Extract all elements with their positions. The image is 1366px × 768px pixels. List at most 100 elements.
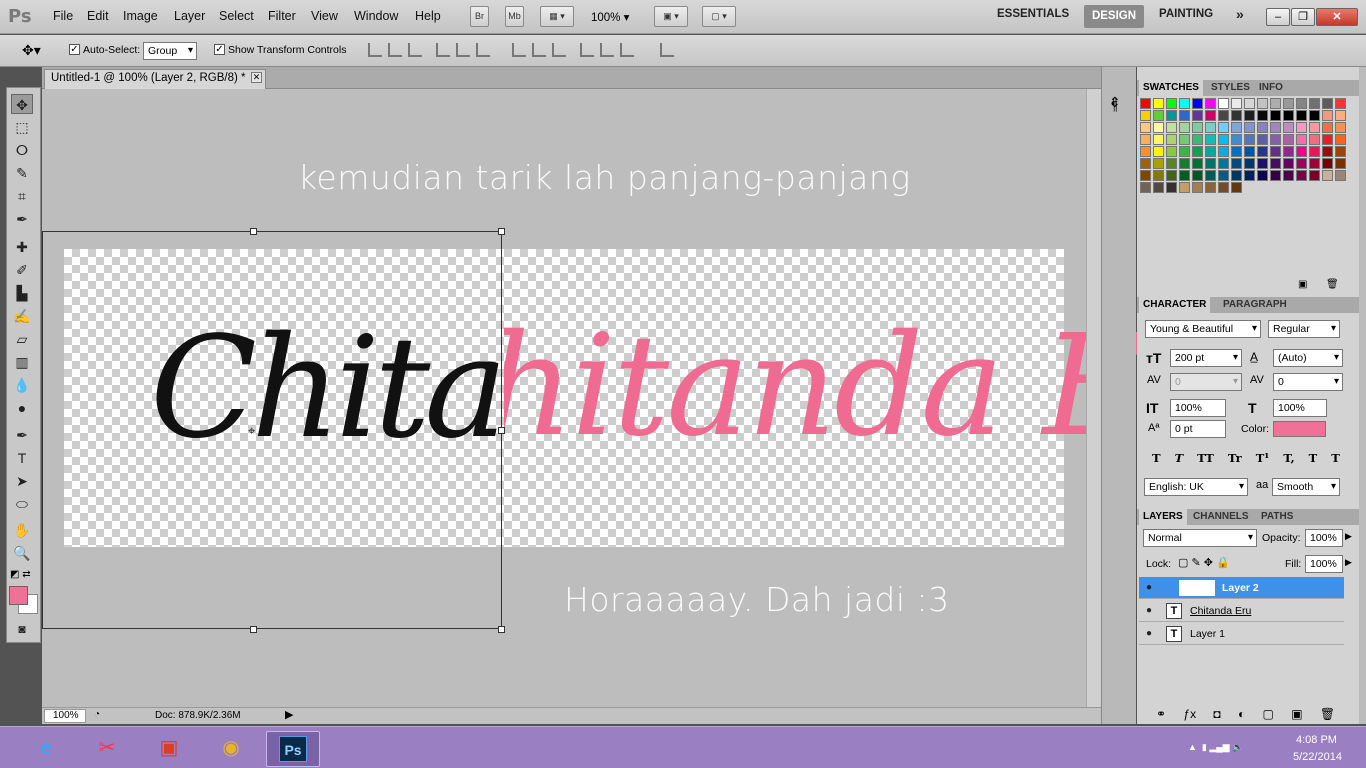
dodge-tool-icon[interactable]: ● (11, 398, 33, 418)
menu-select[interactable]: Select (219, 9, 254, 23)
color-swatch[interactable] (1179, 110, 1190, 121)
color-swatch[interactable] (1309, 134, 1320, 145)
transform-handle-top[interactable] (250, 228, 257, 235)
color-swatch[interactable] (1153, 98, 1164, 109)
transform-handle-bottom-right[interactable] (498, 626, 505, 633)
layer-row-layer-1[interactable]: ● T Layer 1 (1139, 623, 1344, 645)
color-swatch[interactable] (1335, 110, 1346, 121)
superscript-button[interactable]: T¹ (1256, 451, 1270, 465)
color-swatch[interactable] (1192, 98, 1203, 109)
status-menu-arrow-icon[interactable]: ▶ (285, 708, 293, 721)
subscript-button[interactable]: T, (1283, 451, 1294, 465)
color-swatch[interactable] (1257, 170, 1268, 181)
color-swatch[interactable] (1166, 182, 1177, 193)
hand-tool-icon[interactable]: ✋ (11, 520, 33, 540)
color-swatch[interactable] (1335, 146, 1346, 157)
color-swatch[interactable] (1153, 182, 1164, 193)
layer-row-chitanda-eru[interactable]: ● T Chitanda Eru (1139, 600, 1344, 622)
color-swatch[interactable] (1140, 158, 1151, 169)
color-swatch[interactable] (1296, 110, 1307, 121)
color-swatch[interactable] (1192, 110, 1203, 121)
color-swatch[interactable] (1205, 182, 1216, 193)
color-swatch[interactable] (1166, 146, 1177, 157)
color-swatch[interactable] (1179, 170, 1190, 181)
color-swatch[interactable] (1231, 134, 1242, 145)
menu-layer[interactable]: Layer (174, 9, 205, 23)
more-workspaces-icon[interactable]: » (1236, 6, 1244, 22)
faux-bold-button[interactable]: T (1152, 451, 1161, 465)
transform-bounding-box[interactable] (42, 231, 502, 629)
color-swatch[interactable] (1270, 170, 1281, 181)
auto-align-icon[interactable] (660, 43, 674, 57)
distribute-top-icon[interactable] (512, 43, 526, 57)
status-zoom[interactable]: 100% (44, 709, 86, 723)
move-tool-icon[interactable]: ✥ (11, 94, 33, 114)
minibridge-button[interactable]: Mb (505, 6, 524, 27)
color-swatch[interactable] (1140, 170, 1151, 181)
font-style-buttons[interactable]: T T TT Tr T¹ T, T T (1152, 451, 1340, 465)
delete-swatch-icon[interactable]: 🗑 (1326, 279, 1339, 290)
quick-mask-icon[interactable]: ◙ (11, 619, 33, 639)
color-swatch[interactable] (1218, 170, 1229, 181)
opacity-arrow-icon[interactable]: ▶ (1345, 531, 1352, 542)
distribute-vcenter-icon[interactable] (532, 43, 546, 57)
color-swatch[interactable] (1179, 146, 1190, 157)
baseline-shift-field[interactable]: 0 pt (1170, 420, 1226, 438)
color-swatch[interactable] (1179, 122, 1190, 133)
color-swatch[interactable] (1179, 182, 1190, 193)
color-swatch[interactable] (1270, 110, 1281, 121)
color-swatch[interactable] (1244, 122, 1255, 133)
workspace-design[interactable]: DESIGN (1084, 5, 1144, 28)
eyedropper-tool-icon[interactable]: ✒ (11, 209, 33, 229)
color-swatch[interactable] (1166, 110, 1177, 121)
align-top-icon[interactable] (368, 43, 382, 57)
color-swatch[interactable] (1231, 122, 1242, 133)
color-swatch[interactable] (1257, 122, 1268, 133)
menu-file[interactable]: File (53, 9, 73, 23)
color-swatch[interactable] (1244, 170, 1255, 181)
strikethrough-button[interactable]: T (1331, 451, 1340, 465)
blend-mode-dropdown[interactable]: Normal (1143, 529, 1257, 547)
arrange-documents-button[interactable]: ▣ ▾ (654, 6, 688, 27)
color-swatch[interactable] (1218, 182, 1229, 193)
tab-paths[interactable]: PATHS (1257, 509, 1297, 525)
color-swatch[interactable] (1192, 134, 1203, 145)
color-swatch[interactable] (1309, 146, 1320, 157)
color-swatch[interactable] (1205, 158, 1216, 169)
opacity-field[interactable]: 100% (1305, 529, 1343, 547)
color-swatch[interactable] (1257, 134, 1268, 145)
visibility-eye-icon[interactable]: ● (1141, 624, 1157, 644)
color-swatch[interactable] (1309, 158, 1320, 169)
snipping-tool-icon[interactable]: ✂ (80, 731, 134, 767)
brush-tool-icon[interactable]: ✐ (11, 260, 33, 280)
color-swatch[interactable] (1270, 146, 1281, 157)
history-brush-tool-icon[interactable]: ✍ (11, 306, 33, 326)
color-swatch[interactable] (1153, 146, 1164, 157)
color-swatch[interactable] (1270, 158, 1281, 169)
color-swatch[interactable] (1322, 170, 1333, 181)
color-swatch[interactable] (1205, 122, 1216, 133)
font-family-dropdown[interactable]: Young & Beautiful (1145, 320, 1261, 338)
color-swatch[interactable] (1218, 98, 1229, 109)
document-tab[interactable]: Untitled-1 @ 100% (Layer 2, RGB/8) * (44, 69, 266, 89)
color-swatch[interactable] (1218, 110, 1229, 121)
font-style-dropdown[interactable]: Regular (1268, 320, 1340, 338)
lasso-tool-icon[interactable]: ⵔ (11, 140, 33, 160)
color-swatch[interactable] (1309, 98, 1320, 109)
color-swatch[interactable] (1140, 98, 1151, 109)
color-swatch[interactable] (1218, 122, 1229, 133)
menu-image[interactable]: Image (123, 9, 158, 23)
workspace-painting[interactable]: PAINTING (1159, 8, 1213, 20)
color-swatch[interactable] (1296, 158, 1307, 169)
color-swatch[interactable] (1257, 146, 1268, 157)
tab-channels[interactable]: CHANNELS (1189, 509, 1253, 525)
quick-select-tool-icon[interactable]: ✎ (11, 163, 33, 183)
zoom-tool-icon[interactable]: 🔍 (11, 543, 33, 563)
powerpoint-icon[interactable]: ▣ (142, 731, 196, 767)
color-swatch[interactable] (1218, 146, 1229, 157)
color-swatch[interactable] (1322, 134, 1333, 145)
type-tool-icon[interactable]: T (11, 448, 33, 468)
color-swatch[interactable] (1322, 146, 1333, 157)
color-swatch[interactable] (1166, 158, 1177, 169)
color-swatch[interactable] (1244, 158, 1255, 169)
